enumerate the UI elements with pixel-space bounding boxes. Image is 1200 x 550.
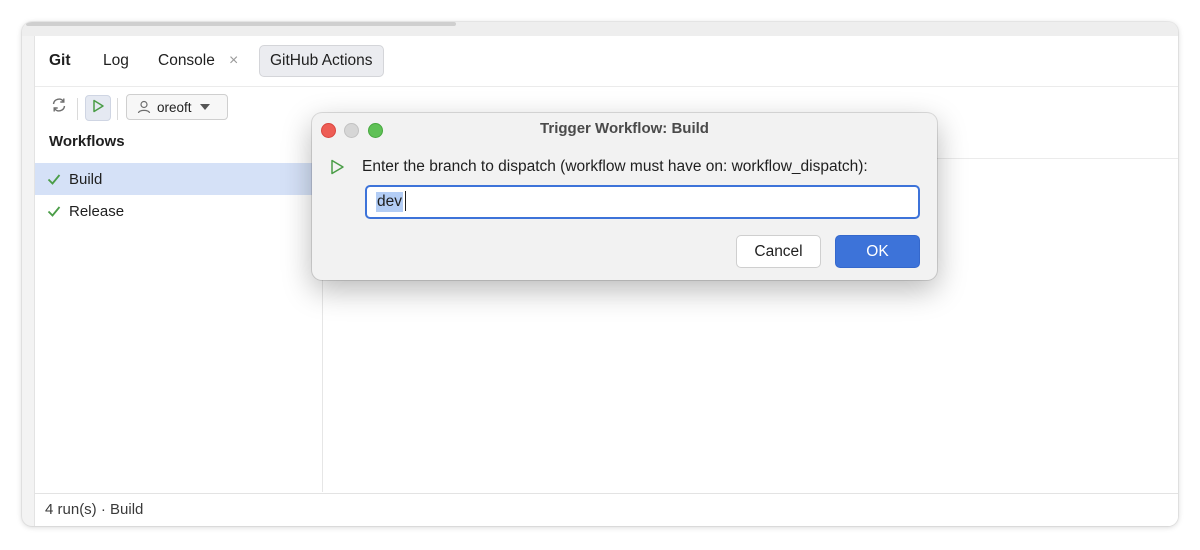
ok-button[interactable]: OK (835, 235, 920, 268)
branch-input[interactable] (365, 185, 920, 219)
tab-bar: Git Log Console × GitHub Actions (35, 36, 1178, 87)
cancel-button[interactable]: Cancel (736, 235, 821, 268)
refresh-button[interactable] (47, 95, 71, 119)
status-bar: 4 run(s) · Build (35, 493, 1178, 526)
branch-input-wrapper: dev (365, 185, 921, 219)
run-icon (90, 98, 106, 119)
text-caret (405, 191, 406, 211)
workflow-item-release[interactable]: Release (35, 195, 322, 227)
top-strip (22, 22, 1178, 36)
scrollbar-thumb[interactable] (26, 22, 456, 26)
workflows-title: Workflows (49, 133, 125, 150)
run-workflow-button[interactable] (85, 95, 111, 121)
tab-github-actions[interactable]: GitHub Actions (259, 45, 384, 77)
tab-console[interactable]: Console (158, 45, 215, 77)
branch-input-value: dev (376, 192, 403, 212)
run-icon (328, 158, 346, 181)
check-icon (47, 172, 61, 186)
trigger-workflow-dialog: Trigger Workflow: Build Enter the branch… (312, 113, 937, 280)
workflow-label: Release (69, 202, 125, 220)
close-icon[interactable]: × (229, 45, 238, 77)
toolbar: oreoft (35, 92, 325, 122)
workflow-item-build[interactable]: Build (35, 163, 322, 195)
dialog-message: Enter the branch to dispatch (workflow m… (362, 158, 868, 175)
chevron-down-icon (199, 103, 210, 111)
tool-window-panel: Git Log Console × GitHub Actions oreoft … (34, 36, 1178, 526)
dialog-title: Trigger Workflow: Build (540, 120, 709, 137)
user-dropdown[interactable]: oreoft (126, 94, 228, 120)
check-icon (47, 204, 61, 218)
user-label: oreoft (157, 99, 192, 115)
workflow-label: Build (69, 170, 103, 188)
refresh-icon (50, 96, 68, 119)
toolbar-separator (117, 98, 118, 120)
toolbar-separator (77, 98, 78, 120)
user-icon (137, 100, 151, 114)
tab-log[interactable]: Log (103, 45, 129, 77)
tab-git[interactable]: Git (49, 45, 71, 77)
